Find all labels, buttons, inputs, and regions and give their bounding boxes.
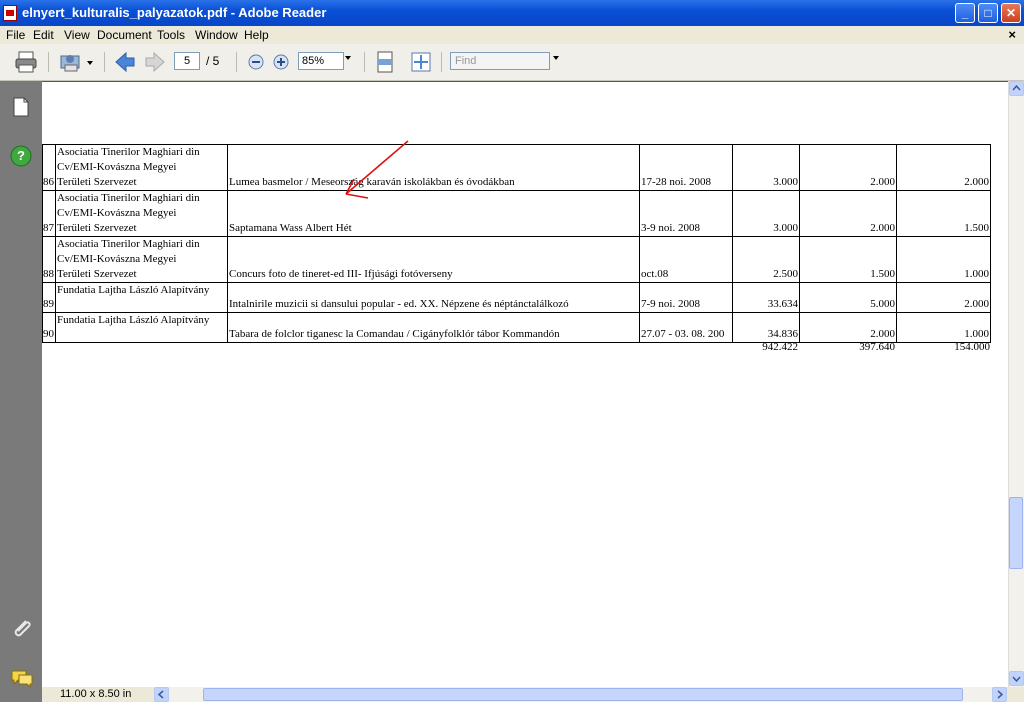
zoom-dropdown-arrow-icon[interactable] <box>345 56 351 60</box>
date-cell: 17-28 noi. 2008 <box>639 144 733 191</box>
zoom-level-input[interactable]: 85% <box>298 52 344 70</box>
requested-amount-cell: 2.500 <box>732 236 800 283</box>
row-index: 89 <box>42 282 56 313</box>
page-size-label: 11.00 x 8.50 in <box>60 688 132 700</box>
organization-cell: Fundatia Lajtha László Alapítvány <box>55 312 228 343</box>
page-total: / 5 <box>206 54 220 68</box>
date-cell: 7-9 noi. 2008 <box>639 282 733 313</box>
vertical-scroll-thumb[interactable] <box>1009 497 1023 569</box>
row-index: 90 <box>42 312 56 343</box>
final-amount-cell: 1.000 <box>896 312 991 343</box>
scroll-left-button[interactable] <box>154 687 169 702</box>
final-amount-cell: 2.000 <box>896 282 991 313</box>
requested-amount-cell: 3.000 <box>732 144 800 191</box>
close-button[interactable]: ✕ <box>1001 3 1021 23</box>
maximize-button[interactable]: □ <box>978 3 998 23</box>
pdf-app-icon <box>3 5 17 21</box>
menu-tools[interactable]: Tools <box>157 28 185 42</box>
vertical-scrollbar[interactable] <box>1008 81 1024 687</box>
document-view[interactable]: 86 Asociatia Tinerilor Maghiari din Cv/EM… <box>42 81 1008 688</box>
requested-amount-cell: 34.836 <box>732 312 800 343</box>
awarded-amount-cell: 2.000 <box>799 312 897 343</box>
previous-page-icon[interactable] <box>114 51 136 73</box>
project-cell: Tabara de folclor tiganesc la Comandau /… <box>227 312 640 343</box>
row-index: 86 <box>42 144 56 191</box>
awarded-amount-cell: 5.000 <box>799 282 897 313</box>
document-close-icon[interactable]: × <box>1008 27 1016 42</box>
zoom-in-icon[interactable] <box>272 53 290 71</box>
window-title: elnyert_kulturalis_palyazatok.pdf - Adob… <box>22 5 327 20</box>
scroll-right-button[interactable] <box>992 687 1007 702</box>
fit-page-icon[interactable] <box>410 51 432 73</box>
table-row: 87 Asociatia Tinerilor Maghiari din Cv/EM… <box>42 190 991 237</box>
final-amount-cell: 2.000 <box>896 144 991 191</box>
menu-help[interactable]: Help <box>244 28 269 42</box>
table-row: 90 Fundatia Lajtha László Alapítvány Tab… <box>42 312 991 343</box>
total-final: 154.000 <box>954 341 990 353</box>
project-cell: Concurs foto de tineret-ed III- Ifjúsági… <box>227 236 640 283</box>
organization-cell: Asociatia Tinerilor Maghiari din Cv/EMI-K… <box>55 236 228 283</box>
project-cell: Intalnirile muzicii si dansului popular … <box>227 282 640 313</box>
date-cell: 3-9 noi. 2008 <box>639 190 733 237</box>
pages-icon[interactable] <box>12 97 30 117</box>
date-cell: 27.07 - 03. 08. 200 <box>639 312 733 343</box>
row-index: 87 <box>42 190 56 237</box>
grants-table: 86 Asociatia Tinerilor Maghiari din Cv/EM… <box>42 144 991 343</box>
comments-icon[interactable] <box>10 669 34 689</box>
navigation-panel: ? <box>0 81 42 702</box>
print-icon[interactable] <box>14 51 38 73</box>
organization-cell: Fundatia Lajtha László Alapítvány <box>55 282 228 313</box>
menu-edit[interactable]: Edit <box>33 28 54 42</box>
menu-window[interactable]: Window <box>195 28 238 42</box>
table-row: 89 Fundatia Lajtha László Alapítvány Int… <box>42 282 991 313</box>
table-row: 88 Asociatia Tinerilor Maghiari din Cv/EM… <box>42 236 991 283</box>
requested-amount-cell: 33.634 <box>732 282 800 313</box>
row-index: 88 <box>42 236 56 283</box>
project-cell: Lumea basmelor / Meseország karaván isko… <box>227 144 640 191</box>
svg-text:?: ? <box>17 148 25 163</box>
awarded-amount-cell: 2.000 <box>799 190 897 237</box>
attachments-icon[interactable] <box>10 617 34 641</box>
menu-view[interactable]: View <box>64 28 90 42</box>
total-requested: 942.422 <box>762 341 798 353</box>
awarded-amount-cell: 2.000 <box>799 144 897 191</box>
table-row: 86 Asociatia Tinerilor Maghiari din Cv/EM… <box>42 144 991 191</box>
menu-file[interactable]: File <box>6 28 25 42</box>
annotation-arrow-icon <box>345 140 409 199</box>
toolbar: 5 / 5 85% Find <box>0 44 1024 81</box>
date-cell: oct.08 <box>639 236 733 283</box>
final-amount-cell: 1.000 <box>896 236 991 283</box>
requested-amount-cell: 3.000 <box>732 190 800 237</box>
next-page-icon[interactable] <box>144 51 166 73</box>
horizontal-scroll-thumb[interactable] <box>203 688 963 701</box>
total-awarded: 397.640 <box>859 341 895 353</box>
menu-document[interactable]: Document <box>97 28 152 42</box>
zoom-out-icon[interactable] <box>247 53 265 71</box>
scroll-down-button[interactable] <box>1009 671 1024 686</box>
organization-cell: Asociatia Tinerilor Maghiari din Cv/EMI-K… <box>55 144 228 191</box>
help-icon[interactable]: ? <box>10 145 32 167</box>
menu-bar: File Edit View Document Tools Window Hel… <box>0 26 1024 44</box>
fit-width-icon[interactable] <box>375 51 395 73</box>
collaborate-icon[interactable] <box>58 51 96 73</box>
find-input[interactable]: Find <box>450 52 550 70</box>
project-cell: Saptamana Wass Albert Hét <box>227 190 640 237</box>
title-bar: elnyert_kulturalis_palyazatok.pdf - Adob… <box>0 0 1024 26</box>
page-number-input[interactable]: 5 <box>174 52 200 70</box>
awarded-amount-cell: 1.500 <box>799 236 897 283</box>
organization-cell: Asociatia Tinerilor Maghiari din Cv/EMI-K… <box>55 190 228 237</box>
find-dropdown-arrow-icon[interactable] <box>553 56 559 60</box>
scroll-up-button[interactable] <box>1009 81 1024 96</box>
minimize-button[interactable]: _ <box>955 3 975 23</box>
final-amount-cell: 1.500 <box>896 190 991 237</box>
